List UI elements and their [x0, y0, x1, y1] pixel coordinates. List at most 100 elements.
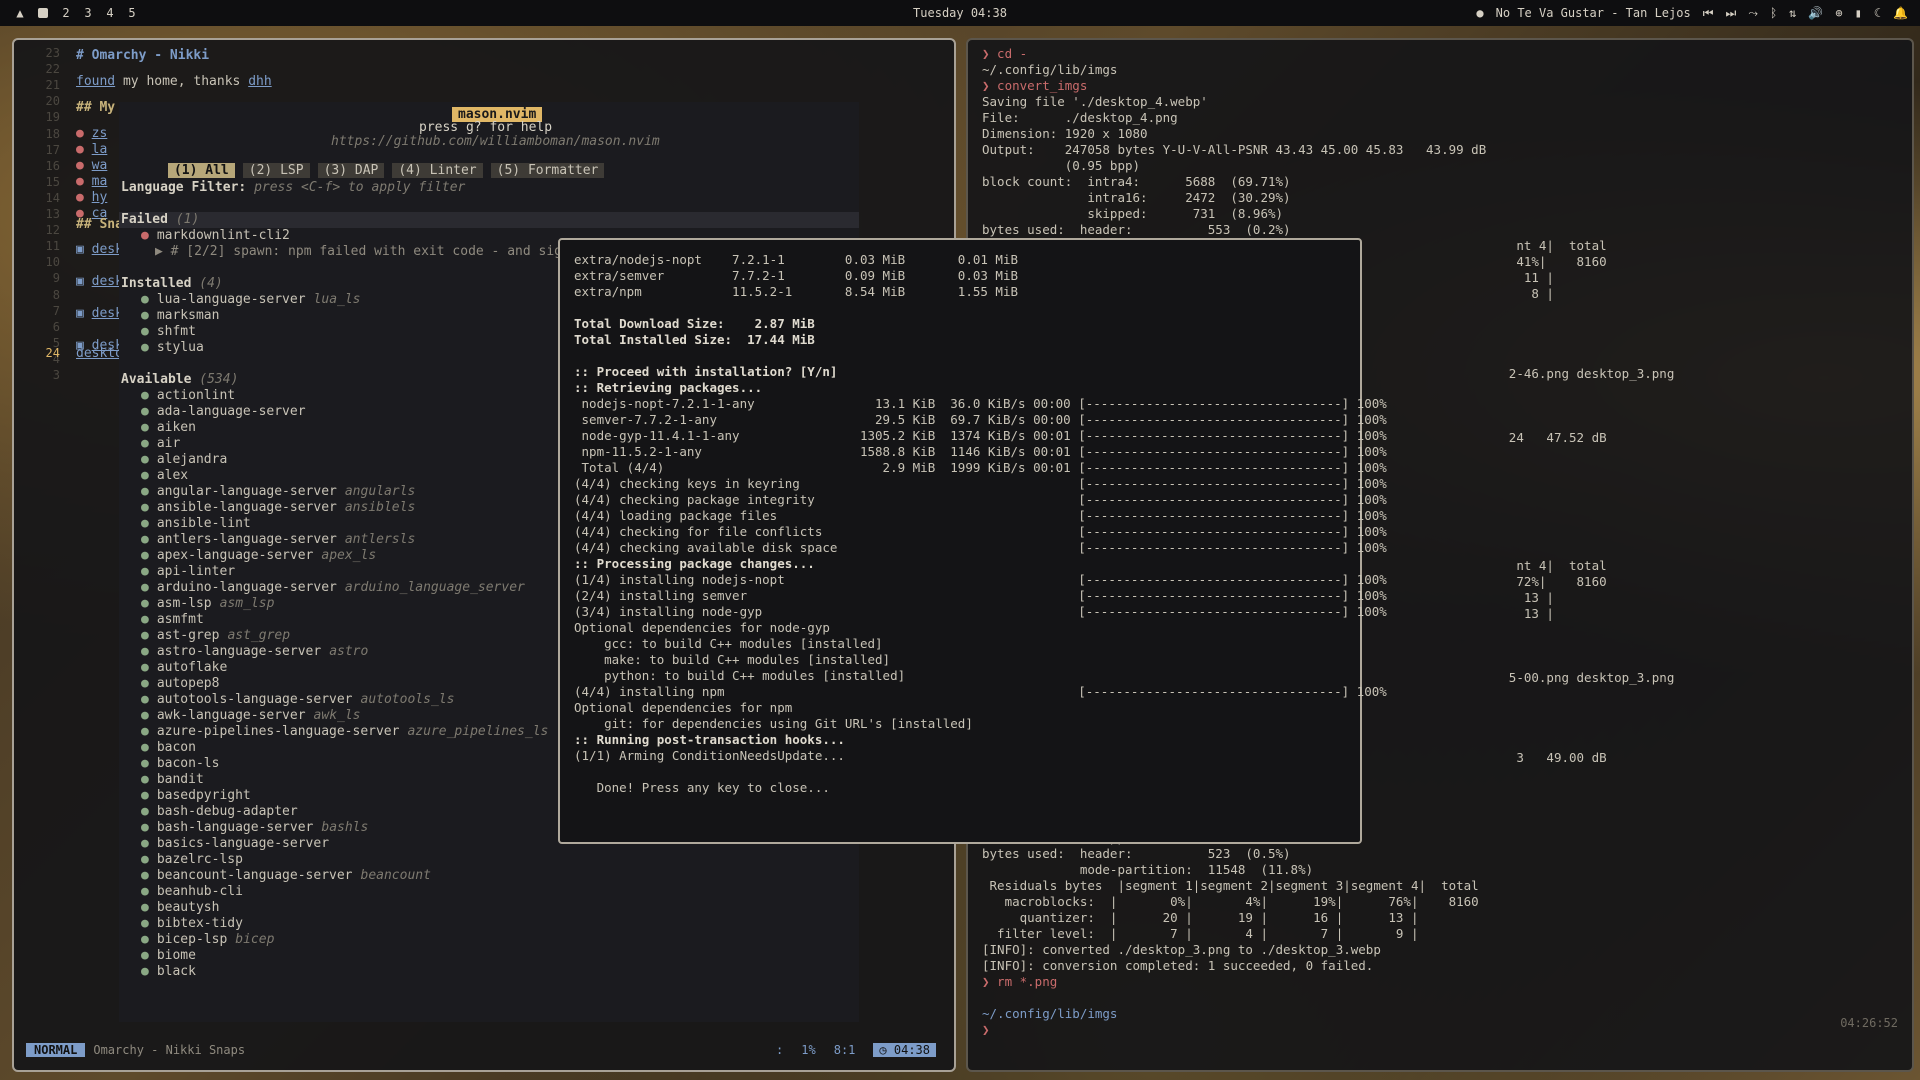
workspace-5[interactable]: 5	[128, 6, 136, 20]
package-row[interactable]: ● bibtex-tidy	[141, 916, 251, 931]
package-row[interactable]: ● actionlint	[141, 388, 243, 403]
topbar-clock[interactable]: Tuesday 04:38	[913, 6, 1007, 20]
install-output-line: semver-7.7.2-1-any 29.5 KiB 69.7 KiB/s 0…	[574, 412, 1387, 427]
bluetooth-icon[interactable]: ᛒ	[1770, 6, 1777, 20]
package-row[interactable]: ● autoflake	[141, 660, 235, 675]
line-number: 23	[45, 46, 60, 60]
battery-icon[interactable]: ▮	[1855, 6, 1862, 20]
package-name: stylua	[156, 340, 204, 355]
package-row[interactable]: ● shfmt	[141, 324, 204, 339]
now-playing[interactable]: No Te Va Gustar - Tan Lejos	[1496, 6, 1691, 20]
package-row[interactable]: ● aiken	[141, 420, 204, 435]
last-line-link[interactable]: deskto	[76, 346, 123, 361]
package-status-icon: ●	[141, 308, 149, 323]
package-row[interactable]: ● bandit	[141, 772, 212, 787]
package-row[interactable]: ● asm-lsp asm_lsp	[141, 596, 274, 611]
next-track-icon[interactable]: ⏭	[1726, 6, 1737, 21]
bell-icon[interactable]: 🔔	[1893, 6, 1908, 20]
link-item[interactable]: ● zs	[76, 126, 107, 141]
package-name: air	[156, 436, 181, 451]
package-row[interactable]: ● bash-debug-adapter	[141, 804, 306, 819]
package-row[interactable]: ● alex	[141, 468, 196, 483]
package-row[interactable]: ● ansible-lint	[141, 516, 259, 531]
package-row[interactable]: ● astro-language-server astro	[141, 644, 368, 659]
package-row[interactable]: ● basedpyright	[141, 788, 259, 803]
link-text[interactable]: hy	[92, 190, 108, 205]
arch-logo-icon[interactable]: ▲	[16, 6, 24, 20]
package-status-icon: ●	[141, 564, 149, 579]
volume-icon[interactable]: 🔊	[1808, 6, 1823, 20]
workspace-3[interactable]: 3	[84, 6, 92, 20]
package-row[interactable]: ● bicep-lsp bicep	[141, 932, 274, 947]
terminal-line: (0.95 bpp)	[982, 158, 1141, 173]
failed-section[interactable]: Failed (1)	[121, 212, 199, 227]
package-row[interactable]: ● air	[141, 436, 188, 451]
link-text[interactable]: zs	[92, 126, 108, 141]
package-row[interactable]: ● bash-language-server bashls	[141, 820, 368, 835]
package-row[interactable]: ● ansible-language-server ansiblels	[141, 500, 415, 515]
package-row[interactable]: ● biome	[141, 948, 204, 963]
package-status-icon: ●	[141, 964, 149, 979]
package-row[interactable]: ● antlers-language-server antlersls	[141, 532, 415, 547]
package-row[interactable]: ● autotools-language-server autotools_ls	[141, 692, 454, 707]
previous-track-icon[interactable]: ⏮	[1703, 6, 1714, 21]
workspace-1-active[interactable]	[38, 8, 48, 18]
package-row[interactable]: ● api-linter	[141, 564, 243, 579]
package-row[interactable]: ● asmfmt	[141, 612, 212, 627]
screen-share-icon[interactable]: ⤳	[1748, 6, 1758, 21]
image-icon: ▣	[76, 242, 92, 257]
snap-item[interactable]: ▣ desk	[76, 242, 123, 257]
tab-lsp[interactable]: (2) LSP	[242, 163, 310, 178]
package-status-icon: ●	[141, 916, 149, 931]
package-row[interactable]: ● ast-grep ast_grep	[141, 628, 290, 643]
package-row[interactable]: ● autopep8	[141, 676, 227, 691]
package-row[interactable]: ● bacon	[141, 740, 204, 755]
cpu-icon[interactable]: ⊕	[1835, 6, 1842, 20]
package-row[interactable]: ● ada-language-server	[141, 404, 314, 419]
package-name: arduino-language-server	[156, 580, 337, 595]
package-row[interactable]: ● beautysh	[141, 900, 227, 915]
snap-item[interactable]: ▣ desk	[76, 306, 123, 321]
package-row[interactable]: ● beancount-language-server beancount	[141, 868, 431, 883]
package-row[interactable]: ● alejandra	[141, 452, 235, 467]
package-row[interactable]: ● beanhub-cli	[141, 884, 251, 899]
package-row[interactable]: ● azure-pipelines-language-server azure_pi…	[141, 724, 548, 739]
tab-dap[interactable]: (3) DAP	[317, 163, 385, 178]
package-row[interactable]: ● basics-language-server	[141, 836, 337, 851]
package-row[interactable]: ● bacon-ls	[141, 756, 227, 771]
package-row[interactable]: ● bazelrc-lsp	[141, 852, 251, 867]
link-item[interactable]: ● wa	[76, 158, 107, 173]
tab-all[interactable]: (1) All	[167, 163, 235, 178]
package-row[interactable]: ● lua-language-server lua_ls	[141, 292, 361, 307]
package-row[interactable]: ● arduino-language-server arduino_language…	[141, 580, 525, 595]
install-popup[interactable]: extra/nodejs-nopt 7.2.1-1 0.03 MiB 0.01 …	[558, 238, 1387, 844]
link-text[interactable]: ma	[92, 174, 108, 189]
moon-icon[interactable]: ☾	[1874, 6, 1881, 20]
network-icon[interactable]: ⇅	[1789, 6, 1796, 20]
package-row[interactable]: ● awk-language-server awk_ls	[141, 708, 361, 723]
mason-url[interactable]: https://github.com/williamboman/mason.nv…	[331, 134, 660, 149]
tab-linter[interactable]: (4) Linter	[392, 163, 483, 178]
tab-formatter[interactable]: (5) Formatter	[490, 163, 605, 178]
package-row[interactable]: ● angular-language-server angularls	[141, 484, 415, 499]
terminal-line: skipped: 731 (8.96%)	[982, 206, 1284, 221]
package-row[interactable]: ● marksman	[141, 308, 227, 323]
link-item[interactable]: ● la	[76, 142, 107, 157]
link-item[interactable]: ● hy	[76, 190, 107, 205]
package-row[interactable]: ● stylua	[141, 340, 212, 355]
line-number: 19	[45, 110, 60, 125]
install-output-line: extra/semver 7.7.2-1 0.09 MiB 0.03 MiB	[574, 268, 1019, 283]
link-text[interactable]: wa	[92, 158, 108, 173]
workspace-2[interactable]: 2	[62, 6, 70, 20]
package-status-icon: ●	[141, 756, 149, 771]
failed-package[interactable]: ● markdownlint-cli2	[141, 228, 290, 243]
snap-item[interactable]: ▣ desk	[76, 274, 123, 289]
spotify-icon[interactable]: ●	[1476, 6, 1483, 20]
link-text[interactable]: la	[92, 142, 108, 157]
workspace-4[interactable]: 4	[106, 6, 114, 20]
install-output-line: (1/1) Arming ConditionNeedsUpdate...	[574, 748, 845, 763]
package-name: black	[156, 964, 196, 979]
package-row[interactable]: ● apex-language-server apex_ls	[141, 548, 376, 563]
link-item[interactable]: ● ma	[76, 174, 107, 189]
package-row[interactable]: ● black	[141, 964, 204, 979]
